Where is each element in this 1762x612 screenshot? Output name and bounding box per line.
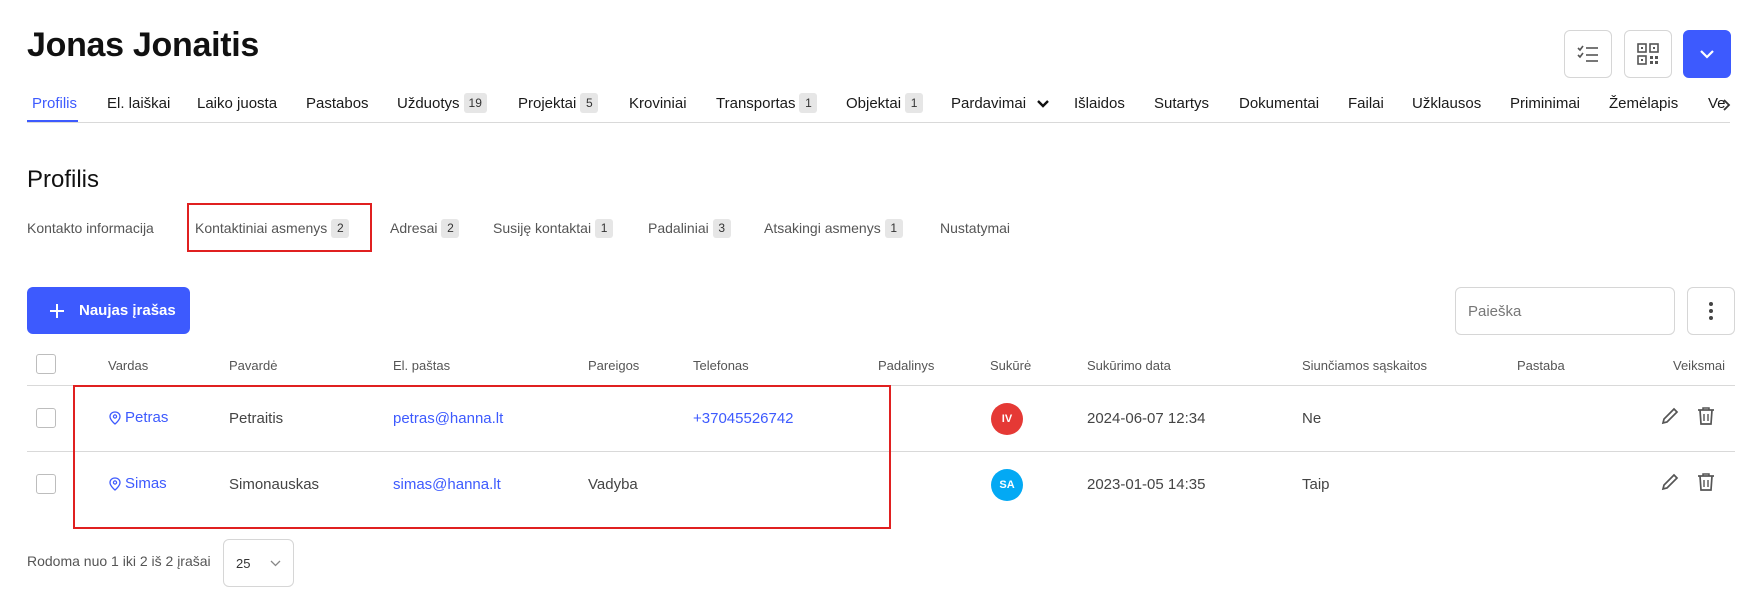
tab-islaidos[interactable]: Išlaidos: [1074, 92, 1125, 114]
table-row-divider: [27, 451, 1735, 452]
checklist-icon: [1577, 45, 1598, 62]
edit-button[interactable]: [1658, 404, 1682, 428]
plus-icon: [50, 303, 64, 318]
column-header-siunciamos-saskaitos[interactable]: Siunčiamos sąskaitos: [1302, 358, 1427, 373]
table-cell-pavarde: Simonauskas: [229, 476, 320, 493]
subtab-nustatymai[interactable]: Nustatymai: [940, 218, 1010, 238]
table-cell-pareigos: Vadyba: [588, 476, 638, 493]
tab-badge: 1: [905, 93, 924, 113]
column-header-vardas[interactable]: Vardas: [108, 358, 148, 373]
highlight-rows-box: [73, 385, 891, 529]
section-title: Profilis: [27, 166, 100, 193]
subtab-kontakto-informacija[interactable]: Kontakto informacija: [27, 218, 154, 238]
table-cell-invoices: Taip: [1302, 476, 1330, 493]
table-row-name-link[interactable]: Petras: [109, 409, 168, 426]
table-cell-email-link[interactable]: petras@hanna.lt: [393, 410, 503, 427]
more-vertical-icon: [1709, 302, 1713, 320]
tab-kroviniai[interactable]: Kroviniai: [629, 92, 687, 114]
tab-laiko-juosta[interactable]: Laiko juosta: [197, 92, 277, 114]
tab-profilis[interactable]: Profilis: [32, 92, 77, 114]
subtab-badge: 3: [712, 218, 731, 238]
page-title: Jonas Jonaitis: [27, 26, 259, 64]
tab-zemelapis[interactable]: Žemėlapis: [1609, 92, 1678, 114]
subtab-padaliniai[interactable]: Padaliniai 3: [648, 218, 731, 238]
subtab-kontaktiniai-asmenys[interactable]: Kontaktiniai asmenys 2: [195, 218, 350, 238]
column-header-pavarde[interactable]: Pavardė: [229, 358, 277, 373]
subtab-adresai[interactable]: Adresai 2: [390, 218, 460, 238]
subtab-badge: 1: [595, 218, 614, 238]
page-size-select[interactable]: 25: [223, 539, 294, 587]
pencil-icon: [1661, 407, 1679, 425]
select-all-checkbox[interactable]: [36, 354, 56, 374]
search-field[interactable]: [1455, 287, 1675, 335]
tab-objektai[interactable]: Objektai 1: [846, 92, 924, 114]
checklist-button[interactable]: [1564, 30, 1612, 78]
subtab-susije-kontaktai[interactable]: Susiję kontaktai 1: [493, 218, 614, 238]
table-cell-created-date: 2023-01-05 14:35: [1087, 476, 1206, 493]
chevron-down-icon: [270, 560, 281, 566]
edit-button[interactable]: [1658, 470, 1682, 494]
column-header-veiksmai: Veiksmai: [1673, 358, 1726, 373]
tab-badge: 19: [463, 93, 487, 113]
tab-dokumentai[interactable]: Dokumentai: [1239, 92, 1319, 114]
location-pin-icon: [109, 476, 121, 491]
subtab-badge: 2: [441, 218, 460, 238]
page: Jonas Jonaitis Profilis El. laiškai Laik…: [0, 0, 1762, 612]
chevron-right-icon: [1723, 99, 1731, 111]
table-cell-pavarde: Petraitis: [229, 410, 284, 427]
subtab-badge: 2: [331, 218, 350, 238]
table-row-name-link[interactable]: Simas: [109, 475, 167, 492]
qr-code-icon: [1637, 43, 1659, 65]
tab-badge: 1: [799, 93, 818, 113]
column-header-sukure[interactable]: Sukūrė: [990, 358, 1031, 373]
column-header-sukurimo-data[interactable]: Sukūrimo data: [1087, 358, 1171, 373]
tabs-scroll-right-button[interactable]: [1722, 96, 1732, 117]
chevron-down-icon: [1700, 50, 1714, 59]
tab-failai[interactable]: Failai: [1348, 92, 1384, 114]
trash-icon: [1698, 407, 1714, 425]
table-cell-phone-link[interactable]: +37045526742: [693, 410, 794, 427]
row-checkbox[interactable]: [36, 474, 56, 494]
chevron-down-icon: [1037, 99, 1049, 108]
avatar: SA: [991, 469, 1023, 501]
column-header-pareigos[interactable]: Pareigos: [588, 358, 639, 373]
active-tab-indicator: [27, 120, 78, 122]
table-cell-invoices: Ne: [1302, 410, 1322, 427]
tab-el-laiskai[interactable]: El. laiškai: [107, 92, 170, 114]
row-checkbox[interactable]: [36, 408, 56, 428]
tab-pastabos[interactable]: Pastabos: [306, 92, 369, 114]
search-input[interactable]: [1468, 302, 1667, 320]
subtab-badge: 1: [884, 218, 903, 238]
table-header-divider: [27, 385, 1735, 386]
more-options-button[interactable]: [1687, 287, 1735, 335]
tab-uzduotys[interactable]: Užduotys 19: [397, 92, 487, 114]
expand-menu-button[interactable]: [1683, 30, 1731, 78]
pagination-info: Rodoma nuo 1 iki 2 iš 2 įrašai: [27, 553, 211, 569]
column-header-pastaba[interactable]: Pastaba: [1517, 358, 1565, 373]
tab-transportas[interactable]: Transportas 1: [716, 92, 818, 114]
column-header-padalinys[interactable]: Padalinys: [878, 358, 934, 373]
avatar: IV: [991, 403, 1023, 435]
subtab-atsakingi-asmenys[interactable]: Atsakingi asmenys 1: [764, 218, 903, 238]
location-pin-icon: [109, 410, 121, 425]
table-cell-email-link[interactable]: simas@hanna.lt: [393, 476, 501, 493]
column-header-el-pastas[interactable]: El. paštas: [393, 358, 450, 373]
column-header-telefonas[interactable]: Telefonas: [693, 358, 749, 373]
tab-pardavimai[interactable]: Pardavimai: [951, 92, 1050, 114]
tab-sutartys[interactable]: Sutartys: [1154, 92, 1209, 114]
tab-badge: 5: [580, 93, 599, 113]
delete-button[interactable]: [1694, 470, 1718, 494]
table-cell-created-date: 2024-06-07 12:34: [1087, 410, 1206, 427]
tab-uzklausos[interactable]: Užklausos: [1412, 92, 1481, 114]
tab-priminimai[interactable]: Priminimai: [1510, 92, 1580, 114]
qr-code-button[interactable]: [1624, 30, 1672, 78]
new-record-button[interactable]: Naujas įrašas: [27, 287, 190, 334]
trash-icon: [1698, 473, 1714, 491]
tab-projektai[interactable]: Projektai 5: [518, 92, 599, 114]
main-tabs: Profilis El. laiškai Laiko juosta Pastab…: [27, 88, 1730, 123]
pencil-icon: [1661, 473, 1679, 491]
delete-button[interactable]: [1694, 404, 1718, 428]
